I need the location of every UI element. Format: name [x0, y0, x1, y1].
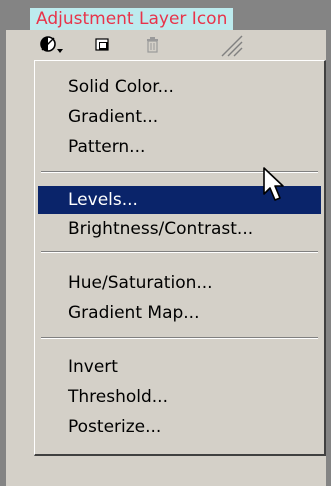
right-background-strip — [326, 30, 331, 486]
adjustment-layer-button[interactable] — [38, 34, 64, 54]
resize-grip[interactable] — [218, 32, 244, 57]
adjustment-layer-callout: Adjustment Layer Icon — [30, 8, 234, 30]
new-layer-icon — [95, 38, 109, 51]
menu-item-hue-saturation[interactable]: Hue/Saturation... — [38, 269, 321, 297]
delete-layer-button[interactable] — [142, 34, 168, 54]
menu-item-invert[interactable]: Invert — [38, 353, 321, 381]
menu-item-threshold[interactable]: Threshold... — [38, 383, 321, 411]
menu-item-posterize[interactable]: Posterize... — [38, 413, 321, 441]
menu-item-solid-color[interactable]: Solid Color... — [38, 73, 321, 101]
menu-separator — [41, 337, 318, 339]
menu-item-gradient-map[interactable]: Gradient Map... — [38, 299, 321, 327]
adjustment-layer-menu: Solid Color... Gradient... Pattern... Le… — [34, 60, 326, 456]
menu-item-gradient[interactable]: Gradient... — [38, 103, 321, 131]
menu-item-brightness-contrast[interactable]: Brightness/Contrast... — [38, 215, 321, 243]
adjustment-layer-icon — [40, 36, 63, 53]
menu-item-pattern[interactable]: Pattern... — [38, 133, 321, 161]
trash-icon — [147, 37, 158, 53]
menu-separator — [41, 251, 318, 253]
layers-toolbar — [30, 30, 250, 58]
mouse-pointer-icon — [263, 167, 284, 201]
new-layer-button[interactable] — [92, 34, 118, 54]
resize-grip-icon — [221, 35, 243, 57]
